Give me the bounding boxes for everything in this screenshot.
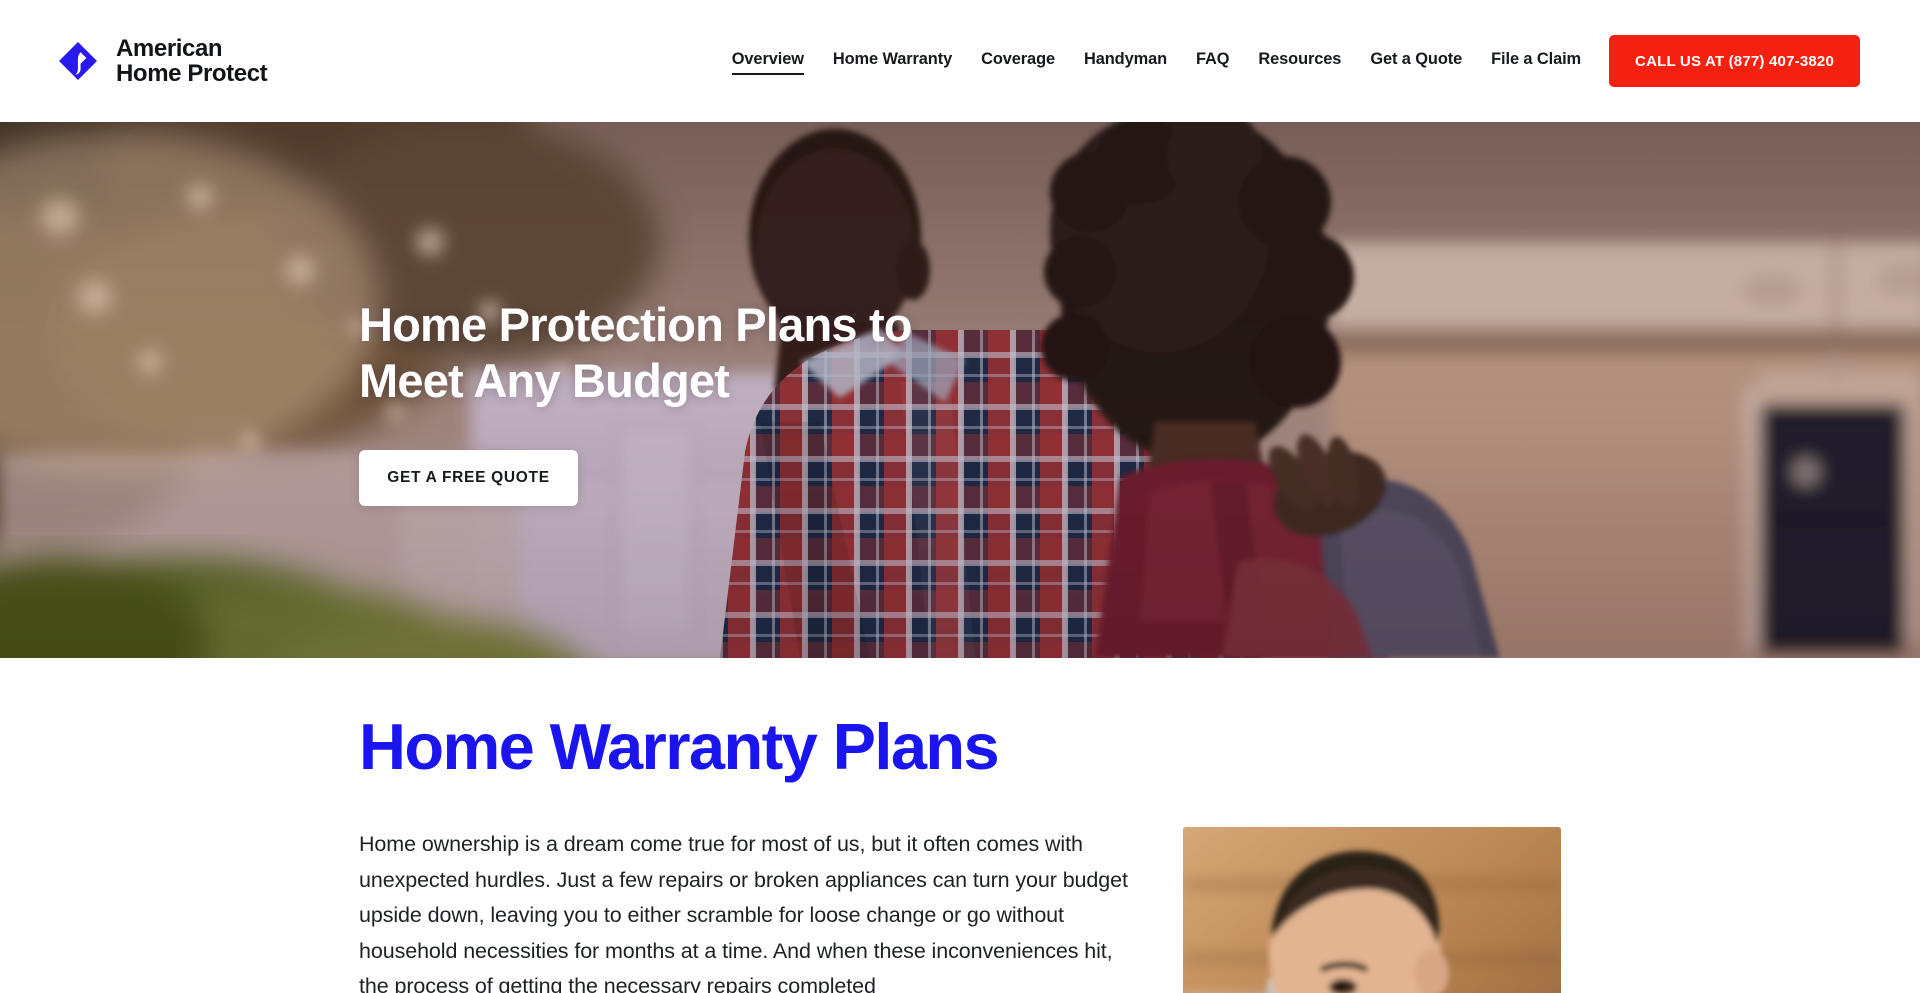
diamond-swirl-logo-icon: [58, 41, 98, 81]
brand-logo-link[interactable]: American Home Protect: [58, 35, 268, 87]
hero-overlay-tint: [0, 122, 1920, 658]
section-image: [1183, 827, 1561, 993]
nav-item-faq[interactable]: FAQ: [1196, 50, 1230, 73]
nav-item-home-warranty[interactable]: Home Warranty: [833, 50, 952, 73]
nav-item-get-a-quote[interactable]: Get a Quote: [1370, 50, 1462, 73]
nav-item-handyman[interactable]: Handyman: [1084, 50, 1167, 73]
content-container: Home Warranty Plans Home ownership is a …: [0, 711, 1920, 993]
call-us-button[interactable]: CALL US AT (877) 407-3820: [1609, 35, 1860, 87]
content-row: Home ownership is a dream come true for …: [359, 827, 1561, 993]
nav-item-coverage[interactable]: Coverage: [981, 50, 1055, 73]
section-heading: Home Warranty Plans: [359, 710, 1000, 783]
primary-navigation: Overview Home Warranty Coverage Handyman…: [731, 50, 1581, 75]
main-content: Home Warranty Plans Home ownership is a …: [0, 658, 1920, 993]
brand-name: American Home Protect: [116, 35, 268, 87]
get-a-free-quote-button[interactable]: GET A FREE QUOTE: [359, 449, 578, 506]
hero-content: Home Protection Plans to Meet Any Budget…: [359, 122, 913, 658]
nav-item-resources[interactable]: Resources: [1258, 50, 1341, 73]
section-paragraph: Home ownership is a dream come true for …: [359, 832, 1128, 993]
site-header: American Home Protect Overview Home Warr…: [0, 0, 1920, 122]
nav-item-file-a-claim[interactable]: File a Claim: [1491, 50, 1581, 73]
nav-item-overview[interactable]: Overview: [731, 50, 804, 75]
hero-section: Home Protection Plans to Meet Any Budget…: [0, 122, 1920, 658]
hero-title: Home Protection Plans to Meet Any Budget: [359, 297, 913, 407]
